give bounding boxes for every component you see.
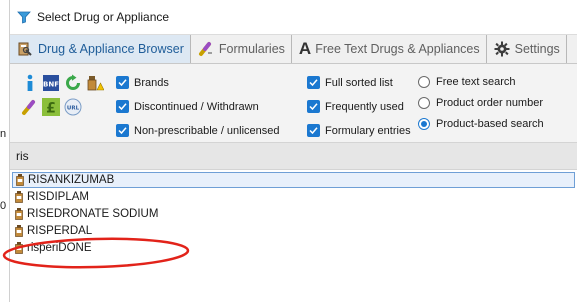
search-input-value: ris xyxy=(16,149,29,163)
checkbox-checked-icon xyxy=(307,124,320,137)
full-sorted-list-checkbox[interactable]: Full sorted list xyxy=(307,76,393,89)
free-text-search-radio[interactable]: Free text search xyxy=(418,76,515,88)
frequently-used-checkbox[interactable]: Frequently used xyxy=(307,100,404,113)
list-item[interactable]: RISEDRONATE SODIUM xyxy=(12,206,158,222)
radio-label: Product order number xyxy=(436,97,543,109)
results-list: RISANKIZUMAB RISDIPLAM RISEDRONATE SODIU… xyxy=(10,170,577,302)
background-glyph: 0 xyxy=(0,200,7,212)
radio-label: Product-based search xyxy=(436,118,544,130)
tab-label: Drug & Appliance Browser xyxy=(38,42,184,56)
radio-unselected-icon xyxy=(418,76,430,88)
checkbox-label: Brands xyxy=(134,76,169,89)
tab-label: Settings xyxy=(514,42,560,56)
formulary-entries-checkbox[interactable]: Formulary entries xyxy=(307,124,411,137)
tab-bar: Drug & Appliance Browser Formularies A F… xyxy=(10,34,577,64)
discontinued-withdrawn-checkbox[interactable]: Discontinued / Withdrawn xyxy=(116,100,259,113)
pill-icon[interactable] xyxy=(20,97,40,117)
list-item[interactable]: risperiDONE xyxy=(12,240,92,256)
gear-icon xyxy=(494,41,510,57)
product-based-search-radio[interactable]: Product-based search xyxy=(418,118,544,130)
book-icon xyxy=(17,41,33,57)
medicine-bottle-icon xyxy=(15,208,23,220)
pound-icon-text: £ xyxy=(46,101,56,117)
tab-label: Formularies xyxy=(218,42,285,56)
list-item[interactable]: RISPERDAL xyxy=(12,223,92,239)
list-item[interactable]: RISDIPLAM xyxy=(12,189,89,205)
pill-icon xyxy=(198,41,214,57)
list-item-label: risperiDONE xyxy=(27,242,92,254)
checkbox-checked-icon xyxy=(307,76,320,89)
list-item-label: RISANKIZUMAB xyxy=(28,174,115,186)
checkbox-checked-icon xyxy=(307,100,320,113)
background-glyph: n xyxy=(0,128,7,140)
checkbox-label: Discontinued / Withdrawn xyxy=(134,100,259,113)
tab-settings[interactable]: Settings xyxy=(487,35,567,63)
title-bar: Select Drug or Appliance xyxy=(10,0,577,34)
radio-unselected-icon xyxy=(418,97,430,109)
list-item-label: RISPERDAL xyxy=(27,225,93,237)
window-title: Select Drug or Appliance xyxy=(37,10,170,24)
list-item[interactable]: RISANKIZUMAB xyxy=(12,172,575,188)
list-item-label: RISEDRONATE SODIUM xyxy=(27,208,159,220)
tab-label: Free Text Drugs & Appliances xyxy=(315,42,480,56)
medicine-bottle-icon xyxy=(15,191,23,203)
tab-drug-appliance-browser[interactable]: Drug & Appliance Browser xyxy=(10,35,191,63)
checkbox-checked-icon xyxy=(116,124,129,137)
bnf-icon[interactable]: BNF xyxy=(41,73,61,93)
letter-a-icon: A xyxy=(298,39,312,58)
select-drug-dialog: Select Drug or Appliance Drug & Applianc… xyxy=(9,0,577,302)
product-order-number-radio[interactable]: Product order number xyxy=(418,97,543,109)
url-icon-text: URL xyxy=(67,106,80,112)
bnf-icon-text: BNF xyxy=(43,81,59,89)
list-item-label: RISDIPLAM xyxy=(27,191,89,203)
checkbox-label: Full sorted list xyxy=(325,76,393,89)
tab-formularies[interactable]: Formularies xyxy=(191,35,292,63)
medicine-bottle-icon xyxy=(16,174,24,186)
checkbox-checked-icon xyxy=(116,76,129,89)
refresh-icon[interactable] xyxy=(63,73,83,93)
brands-checkbox[interactable]: Brands xyxy=(116,76,169,89)
checkbox-label: Formulary entries xyxy=(325,124,411,137)
medicine-bottle-icon xyxy=(15,242,23,254)
pound-icon[interactable]: £ xyxy=(41,97,61,117)
non-prescribable-unlicensed-checkbox[interactable]: Non-prescribable / unlicensed xyxy=(116,124,280,137)
info-icon[interactable] xyxy=(20,73,40,93)
url-icon[interactable]: URL xyxy=(63,97,83,117)
checkbox-label: Non-prescribable / unlicensed xyxy=(134,124,280,137)
checkbox-checked-icon xyxy=(116,100,129,113)
radio-label: Free text search xyxy=(436,76,516,88)
medicine-bottle-icon xyxy=(15,225,23,237)
funnel-icon xyxy=(17,11,31,24)
flask-warning-icon[interactable] xyxy=(85,73,105,93)
search-input[interactable]: ris xyxy=(10,142,577,170)
tab-free-text-drugs-appliances[interactable]: A Free Text Drugs & Appliances xyxy=(292,35,487,63)
background-app: n 0 xyxy=(0,0,9,302)
checkbox-label: Frequently used xyxy=(325,100,404,113)
toolbar: BNF Brands Full sorted list Free text se… xyxy=(10,64,577,142)
radio-selected-icon xyxy=(418,118,430,130)
